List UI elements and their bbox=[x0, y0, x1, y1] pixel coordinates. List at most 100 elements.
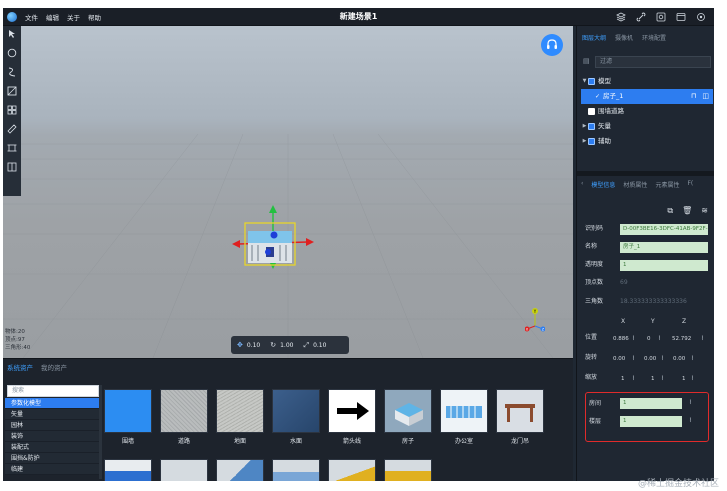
asset-tile[interactable]: 房子 bbox=[384, 389, 432, 445]
link-icon[interactable]: ⌇ bbox=[661, 355, 664, 362]
move-step[interactable]: 0.10 bbox=[247, 342, 260, 349]
opacity-field[interactable]: 1 bbox=[620, 260, 708, 271]
curve-tool-icon[interactable] bbox=[6, 67, 18, 81]
tab-element[interactable]: 元素属性 bbox=[655, 180, 679, 189]
move-icon[interactable]: ✥ bbox=[237, 341, 243, 349]
rotation-z[interactable]: 0.00 bbox=[673, 356, 685, 362]
menu-about[interactable]: 关于 bbox=[67, 12, 80, 22]
link-icon[interactable]: ⌇ bbox=[689, 417, 692, 424]
link-icon[interactable]: ⌇ bbox=[661, 375, 664, 382]
tab-model-info[interactable]: 模型信息 bbox=[591, 180, 615, 189]
asset-search-input[interactable]: 搜索 bbox=[7, 385, 99, 397]
tab-environment[interactable]: 环境配置 bbox=[642, 33, 666, 42]
tree-node-vectors[interactable]: ▶ 矢量 bbox=[581, 119, 713, 134]
asset-tile[interactable]: 龙门吊 bbox=[496, 389, 544, 445]
asset-tile[interactable]: 箭头线 bbox=[328, 389, 376, 445]
asset-tile[interactable] bbox=[216, 459, 264, 481]
category-item[interactable]: 矢量 bbox=[5, 409, 99, 420]
rotation-x[interactable]: 0.00 bbox=[613, 356, 625, 362]
category-item[interactable]: 参数化模型 bbox=[5, 398, 99, 409]
scene-viewport[interactable]: 物体:20 顶点:97 三角形:40 Y X Z ✥ 0.10 ↻ 1.00 ⤢… bbox=[3, 26, 573, 358]
category-item[interactable]: 装配式 bbox=[5, 442, 99, 453]
asset-tile[interactable] bbox=[384, 459, 432, 481]
circle-tool-icon[interactable] bbox=[6, 48, 18, 62]
layers-icon[interactable] bbox=[616, 12, 626, 22]
asset-tile[interactable] bbox=[328, 459, 376, 481]
position-x[interactable]: 0.886 bbox=[613, 336, 629, 342]
category-item[interactable]: 园林 bbox=[5, 420, 99, 431]
select-cursor-icon[interactable] bbox=[6, 29, 18, 43]
id-field[interactable]: D-00F3BE16-3DFC-41AB-9F2F- bbox=[620, 224, 708, 235]
room-field[interactable]: 1 bbox=[620, 398, 682, 409]
category-item[interactable]: 装饰 bbox=[5, 431, 99, 442]
copy-icon[interactable]: ⧉ bbox=[667, 206, 673, 216]
asset-tile[interactable] bbox=[272, 459, 320, 481]
rotate-icon[interactable]: ↻ bbox=[270, 341, 276, 349]
screen-icon[interactable] bbox=[676, 12, 686, 22]
asset-tile[interactable]: 道路 bbox=[160, 389, 208, 445]
tab-layer-outline[interactable]: 图层大纲 bbox=[582, 33, 606, 42]
tree-node-walls-roads[interactable]: 围墙道路 bbox=[581, 104, 713, 119]
outline-filter-input[interactable]: 过滤 bbox=[595, 56, 711, 68]
lock-icon[interactable]: ⊓ bbox=[691, 89, 696, 104]
position-y[interactable]: 0 bbox=[647, 336, 651, 342]
house-model-gizmo[interactable] bbox=[228, 181, 318, 291]
rotation-y[interactable]: 0.00 bbox=[644, 356, 656, 362]
link-icon[interactable]: ⌇ bbox=[658, 335, 661, 342]
asset-tile[interactable]: 围墙 bbox=[104, 389, 152, 445]
checkbox-icon[interactable] bbox=[588, 123, 595, 130]
link-icon[interactable]: ⌇ bbox=[691, 375, 694, 382]
scale-y[interactable]: 1 bbox=[651, 376, 655, 382]
scale-x[interactable]: 1 bbox=[621, 376, 625, 382]
asset-tile[interactable]: 地面 bbox=[216, 389, 264, 445]
checkbox-icon[interactable] bbox=[588, 138, 595, 145]
menu-file[interactable]: 文件 bbox=[25, 12, 38, 22]
frame-tool-icon[interactable] bbox=[6, 143, 18, 157]
category-item[interactable]: 围挡&防护 bbox=[5, 453, 99, 464]
grid-tool-icon[interactable] bbox=[6, 105, 18, 119]
tab-camera[interactable]: 摄像机 bbox=[615, 33, 633, 42]
panel-divider[interactable] bbox=[577, 171, 714, 176]
caret-down-icon[interactable]: ▼ bbox=[581, 74, 588, 89]
asset-scrollbar[interactable] bbox=[99, 385, 102, 479]
focus-icon[interactable]: ◫ bbox=[702, 89, 709, 104]
tab-my-assets[interactable]: 我的资产 bbox=[41, 362, 67, 372]
link-icon[interactable]: ⌇ bbox=[689, 399, 692, 406]
category-item[interactable]: 临建 bbox=[5, 464, 99, 475]
support-headset-icon[interactable] bbox=[541, 34, 563, 56]
menu-help[interactable]: 帮助 bbox=[88, 12, 101, 22]
asset-tile[interactable] bbox=[104, 459, 152, 481]
asset-tile[interactable] bbox=[160, 459, 208, 481]
asset-tile[interactable]: 办公室 bbox=[440, 389, 488, 445]
stack-icon[interactable]: ≋ bbox=[701, 206, 708, 216]
menu-edit[interactable]: 编辑 bbox=[46, 12, 59, 22]
capture-icon[interactable] bbox=[656, 12, 666, 22]
trash-icon[interactable]: 🗑 bbox=[682, 206, 692, 216]
tab-more[interactable]: F( bbox=[687, 180, 693, 189]
caret-right-icon[interactable]: ▶ bbox=[581, 119, 588, 134]
axis-orientation-gizmo[interactable]: Y X Z bbox=[525, 306, 545, 336]
caret-right-icon[interactable]: ▶ bbox=[581, 134, 588, 149]
link-icon[interactable]: ⌇ bbox=[632, 335, 635, 342]
split-view-icon[interactable] bbox=[6, 162, 18, 176]
name-field[interactable]: 房子_1 bbox=[620, 242, 708, 253]
link-icon[interactable]: ⌇ bbox=[691, 355, 694, 362]
tab-material[interactable]: 材质属性 bbox=[623, 180, 647, 189]
link-icon[interactable]: ⌇ bbox=[701, 335, 704, 342]
scale-z[interactable]: 1 bbox=[682, 376, 686, 382]
tree-node-helpers[interactable]: ▶ 辅助 bbox=[581, 134, 713, 149]
link-icon[interactable]: ⌇ bbox=[632, 375, 635, 382]
position-z[interactable]: 52.792 bbox=[672, 336, 691, 342]
polygon-tool-icon[interactable] bbox=[6, 86, 18, 100]
scale-icon[interactable]: ⤢ bbox=[303, 341, 309, 350]
asset-tile[interactable]: 水面 bbox=[272, 389, 320, 445]
settings-icon[interactable] bbox=[696, 12, 706, 22]
tab-system-assets[interactable]: 系统资产 bbox=[7, 362, 33, 372]
chevron-left-icon[interactable]: ‹ bbox=[581, 180, 583, 189]
ruler-tool-icon[interactable] bbox=[6, 124, 18, 138]
link-icon[interactable] bbox=[636, 12, 646, 22]
floor-field[interactable]: 1 bbox=[620, 416, 682, 427]
tree-node-house[interactable]: ✓ 房子_1 ⊓ ◫ bbox=[581, 89, 713, 104]
tree-node-models[interactable]: ▼ 模型 bbox=[581, 74, 713, 89]
scale-step[interactable]: 0.10 bbox=[313, 342, 326, 349]
